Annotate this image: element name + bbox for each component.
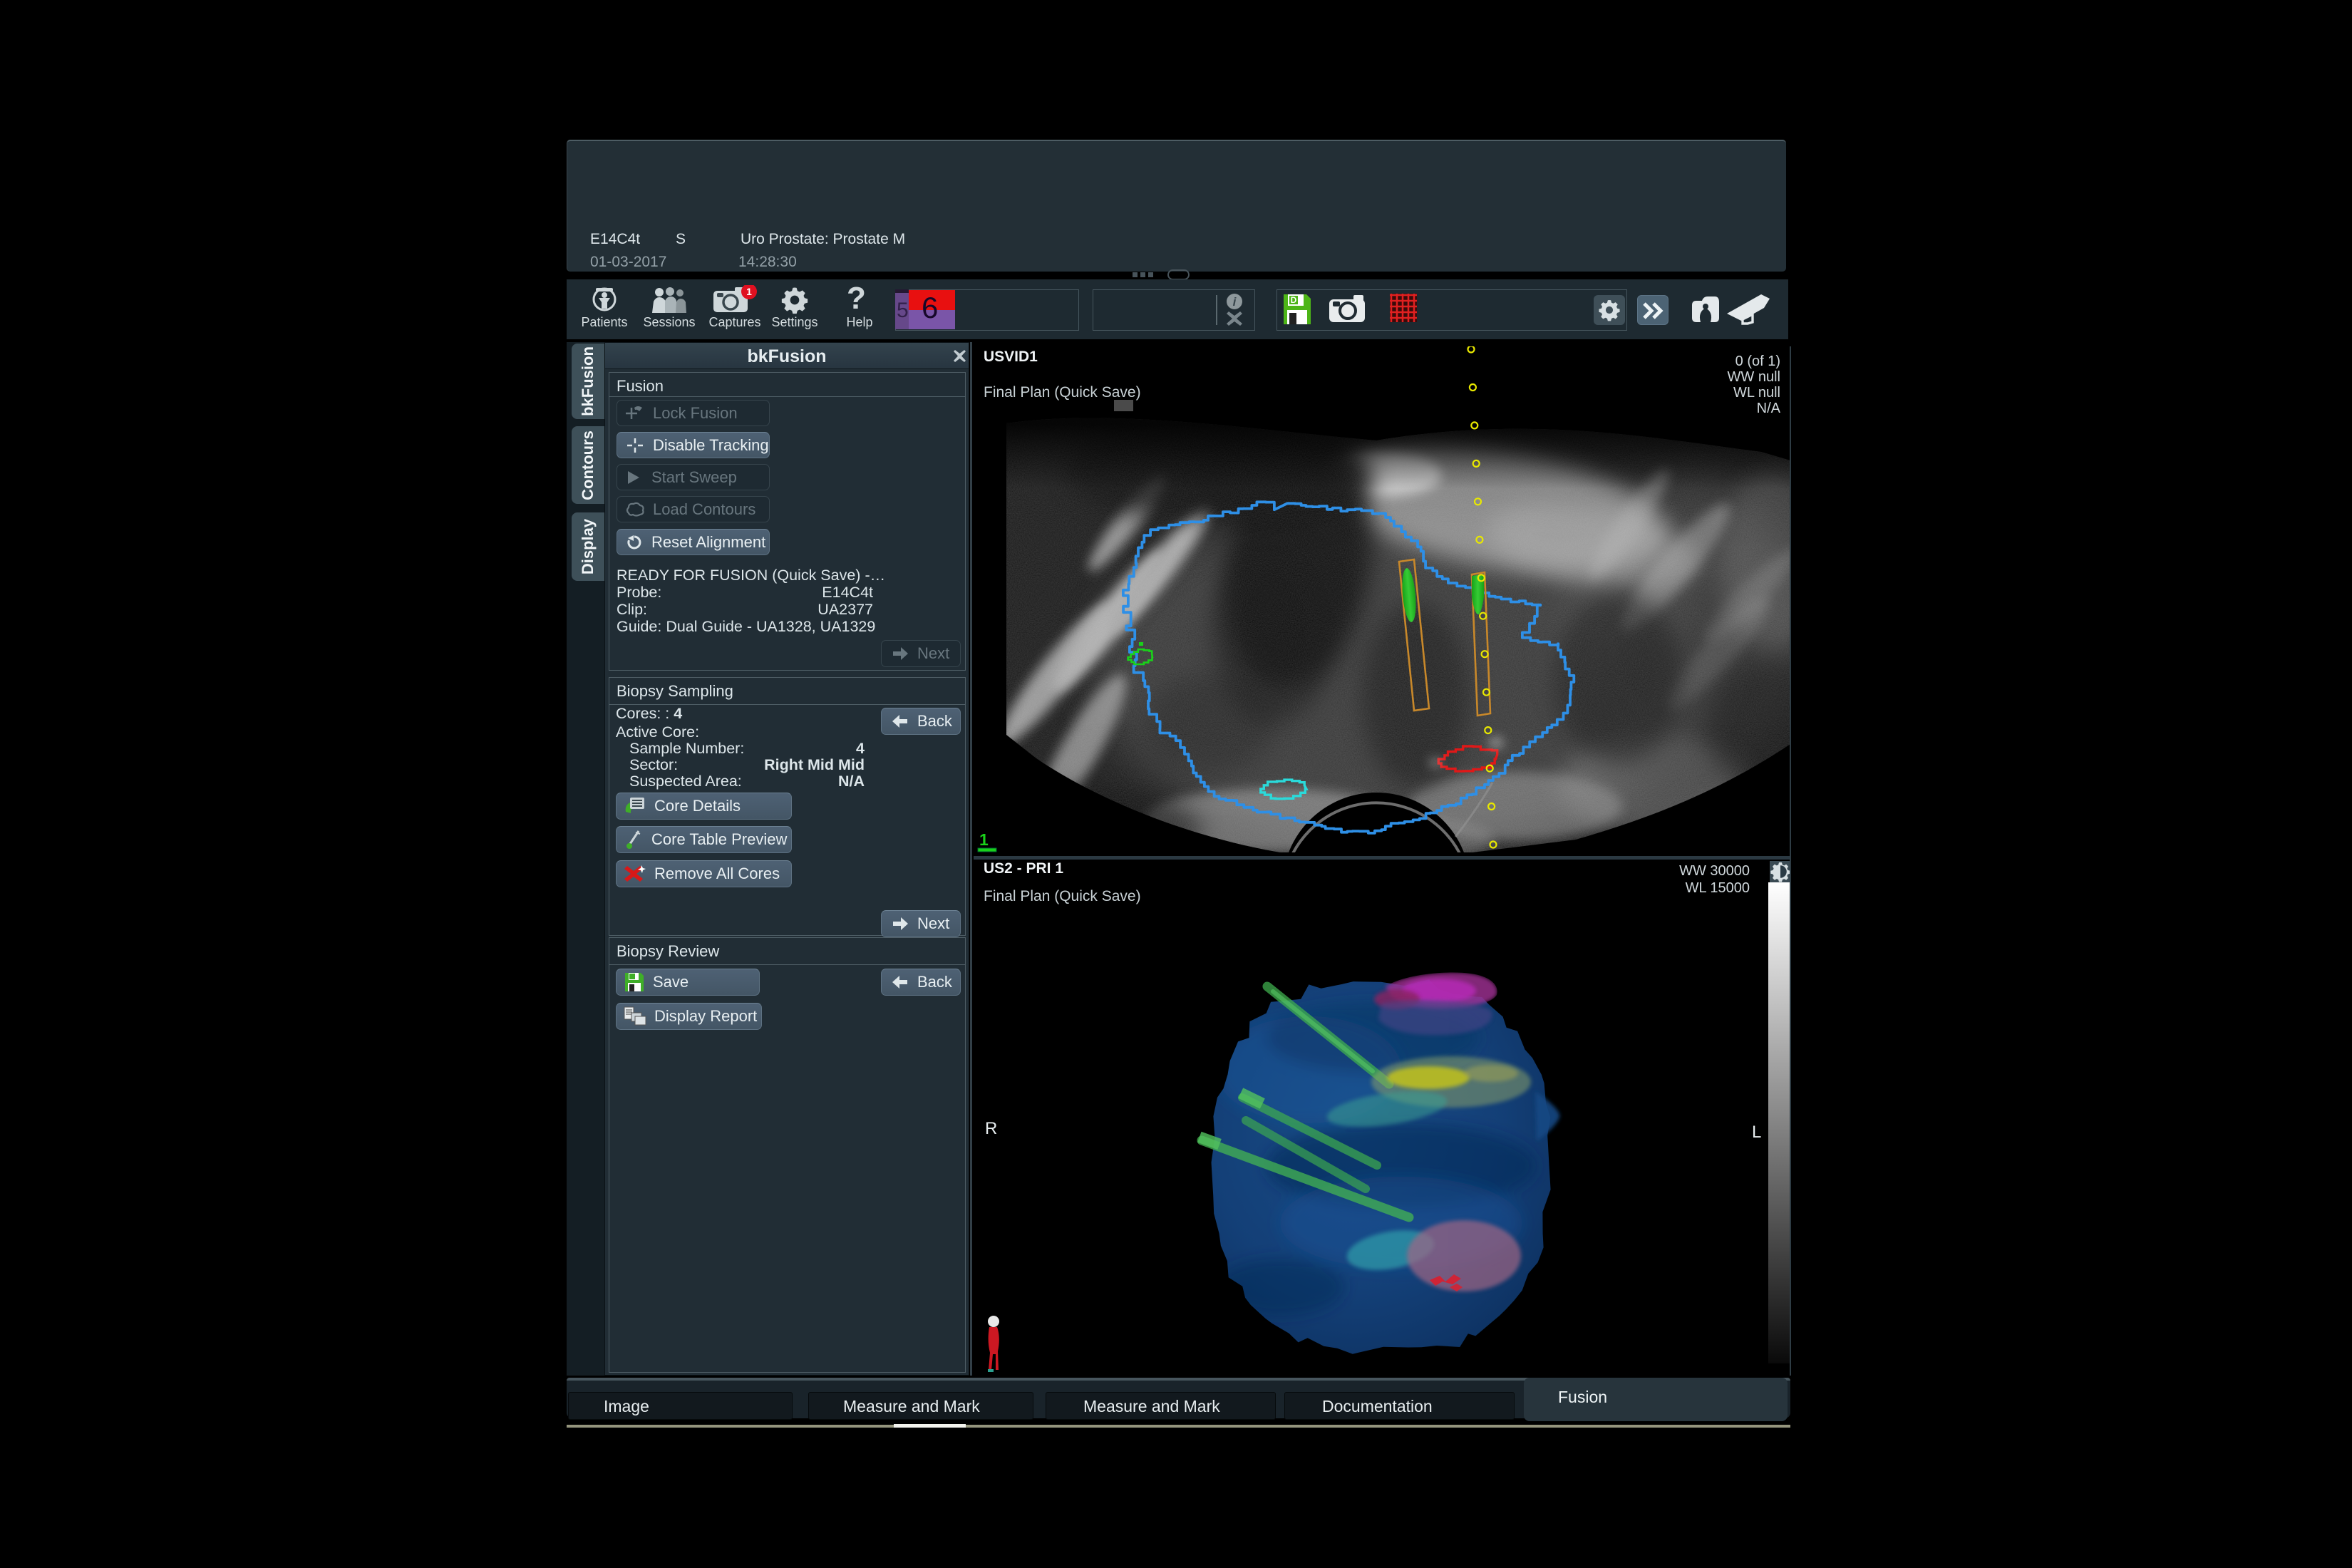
svg-text:1: 1 (746, 286, 752, 297)
svg-text:Final Plan (Quick Save): Final Plan (Quick Save) (984, 888, 1141, 904)
svg-text:N/A: N/A (1757, 401, 1781, 416)
svg-text:D: D (1291, 295, 1297, 305)
svg-text:Final Plan (Quick Save): Final Plan (Quick Save) (984, 384, 1141, 401)
svg-text:WL 15000: WL 15000 (1686, 880, 1750, 896)
svg-text:WL null: WL null (1733, 385, 1780, 401)
svg-text:US2 - PRI 1: US2 - PRI 1 (984, 860, 1063, 877)
svg-text:WW 30000: WW 30000 (1679, 863, 1750, 879)
svg-text:R: R (985, 1119, 997, 1138)
svg-text:1: 1 (979, 830, 989, 849)
svg-text:WW null: WW null (1728, 369, 1780, 385)
svg-text:0 (of 1): 0 (of 1) (1735, 354, 1780, 369)
svg-text:USVID1: USVID1 (984, 349, 1038, 365)
svg-text:L: L (1752, 1123, 1761, 1142)
